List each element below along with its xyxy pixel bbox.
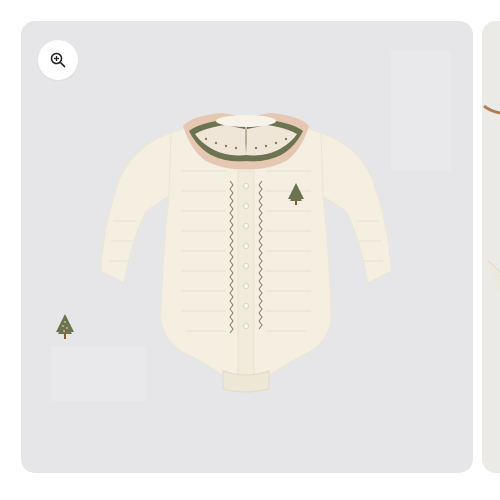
tree-icon: [56, 314, 74, 339]
product-gallery: [0, 0, 500, 500]
background-shape: [391, 51, 451, 171]
background-shape: [51, 346, 146, 401]
product-photo-partial: [482, 21, 500, 473]
zoom-button[interactable]: [38, 40, 78, 80]
zoom-in-icon: [50, 52, 66, 68]
gallery-slide-next[interactable]: [482, 21, 500, 473]
product-image: [51, 51, 451, 401]
placket: [237, 170, 255, 382]
gallery-slide-main[interactable]: [21, 21, 473, 473]
neck-opening: [216, 115, 276, 127]
